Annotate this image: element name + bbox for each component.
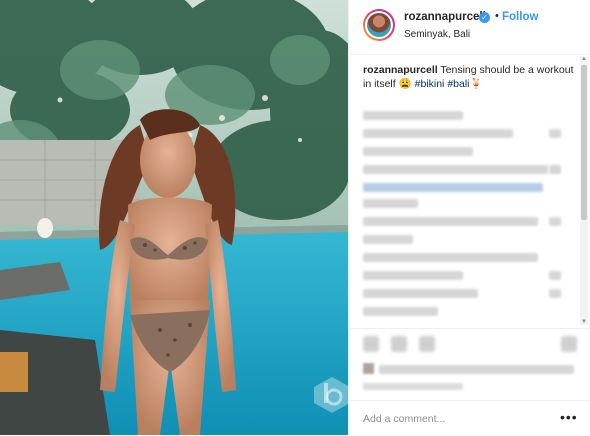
separator-dot: • [495,10,499,22]
hashtag-bali-link[interactable]: #bali [447,78,469,90]
avatar[interactable] [363,9,395,41]
watermark-logo-icon [314,377,350,413]
caption: rozannapurcell Tensing should be a worko… [363,63,578,91]
blurred-comment [363,289,478,298]
heart-icon[interactable] [363,336,379,352]
blurred-likes-text [379,365,574,374]
scrollbar-thumb[interactable] [581,65,587,220]
liker-avatar [363,363,374,374]
blurred-comment [363,129,513,138]
hashtag-bikini-link[interactable]: #bikini [415,78,445,90]
comments-list[interactable]: rozannapurcell Tensing should be a worko… [349,55,590,327]
post-photo-image [0,0,348,435]
blurred-comment [549,217,561,226]
post-photo[interactable] [0,0,348,435]
username-link[interactable]: rozannapurcell [404,11,486,23]
blurred-comment [549,165,561,174]
blurred-comment [363,111,463,120]
blurred-comment [363,165,548,174]
share-icon[interactable] [419,336,435,352]
likes-row [363,362,578,376]
blurred-timestamp [363,383,463,390]
blurred-comment [549,271,561,280]
avatar-image [367,13,391,37]
post-actions [349,328,590,355]
comment-input[interactable] [363,413,543,425]
caption-username-link[interactable]: rozannapurcell [363,64,438,76]
blurred-comment [549,129,561,138]
avatar-ring [365,11,393,39]
blurred-comment [549,289,561,298]
blurred-comment [363,199,418,208]
comment-icon[interactable] [391,336,407,352]
blurred-comment [363,183,543,192]
scroll-down-icon[interactable]: ▼ [580,318,588,326]
location-link[interactable]: Seminyak, Bali [404,29,470,40]
verified-badge-icon: ✓ [479,12,490,23]
comment-bar: ••• [349,400,590,436]
cocktail-emoji: 🍹 [469,78,483,90]
bookmark-icon[interactable] [561,336,577,352]
blurred-comment [363,271,463,280]
blurred-comment [363,147,473,156]
weary-face-emoji: 😩 [398,78,412,90]
blurred-comment [363,307,438,316]
blurred-comment [363,235,413,244]
blurred-comment [363,253,538,262]
follow-button[interactable]: Follow [502,11,538,23]
more-options-icon[interactable]: ••• [560,409,578,425]
scroll-up-icon[interactable]: ▲ [580,55,588,63]
blurred-comment [363,217,538,226]
post-sidebar: rozannapurcell ✓ • Follow Seminyak, Bali… [348,0,590,435]
post-header: rozannapurcell ✓ • Follow Seminyak, Bali [349,0,590,55]
